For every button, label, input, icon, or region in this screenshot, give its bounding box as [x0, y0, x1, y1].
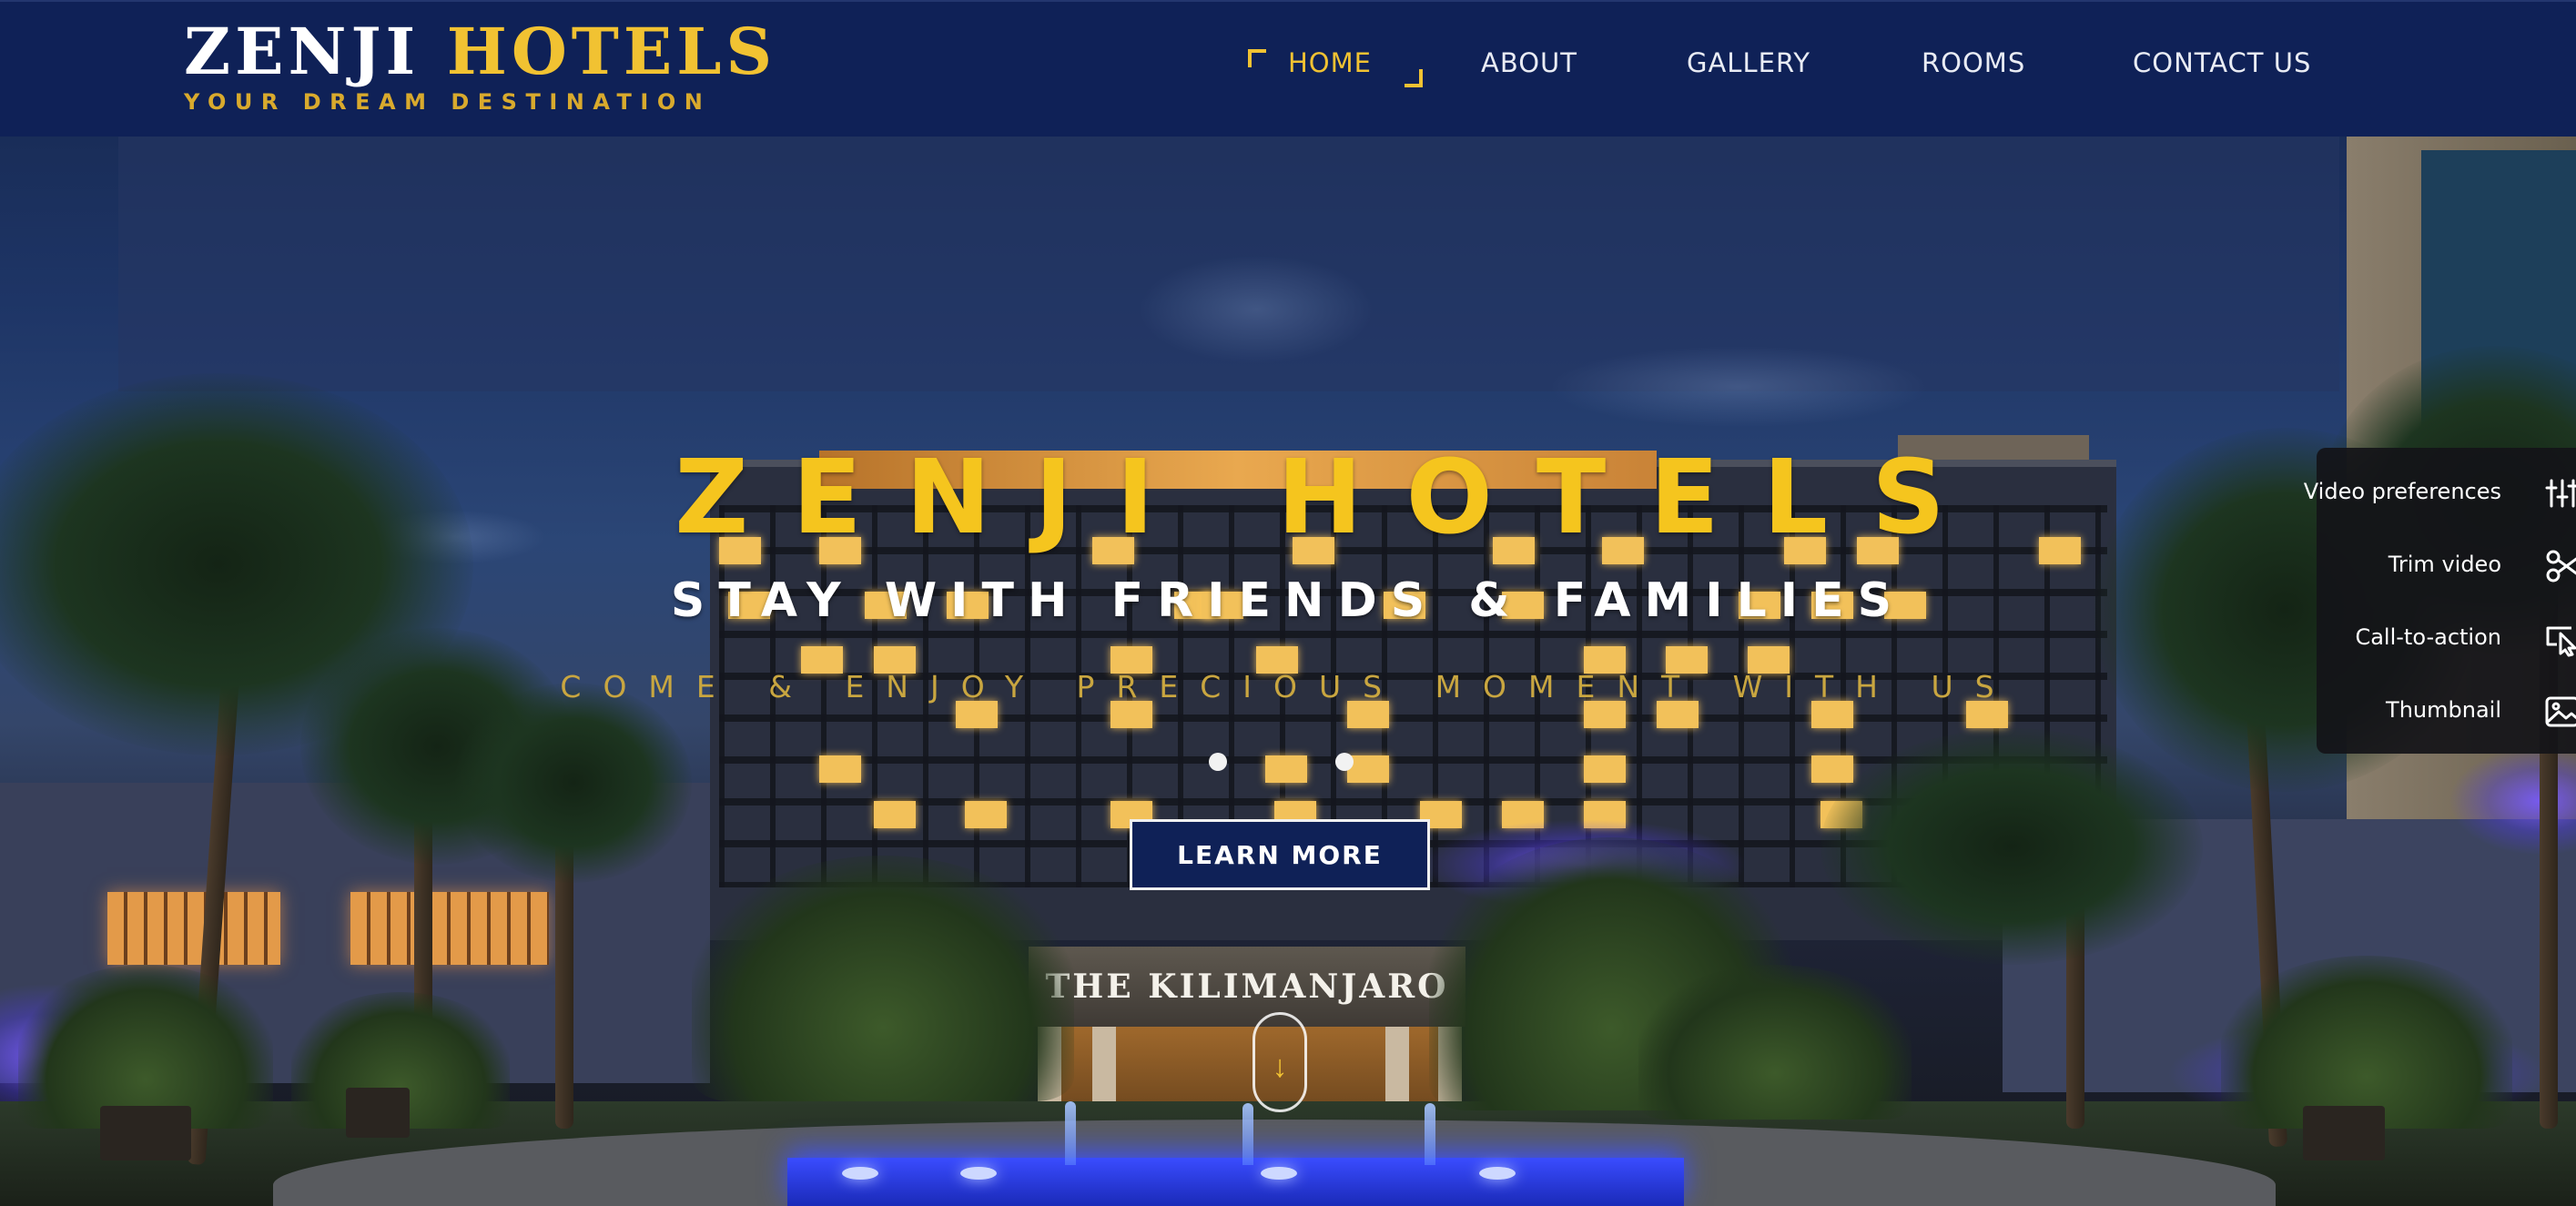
lit-window	[956, 701, 998, 728]
planter	[2303, 1106, 2385, 1160]
nav-rooms-link[interactable]: ROOMS	[1922, 47, 2025, 78]
trim-video-label: Trim video	[2388, 552, 2501, 577]
pool-light	[960, 1167, 997, 1180]
lit-window	[1265, 755, 1307, 783]
nav-contact-link[interactable]: CONTACT US	[2133, 47, 2311, 78]
lit-window	[1111, 701, 1152, 728]
lit-window	[965, 801, 1007, 828]
lit-window	[1347, 701, 1389, 728]
planter	[100, 1106, 191, 1160]
lit-window	[1347, 755, 1389, 783]
scissors-icon	[2546, 550, 2576, 583]
nav-gallery-link[interactable]: GALLERY	[1687, 47, 1810, 78]
lit-window	[1966, 701, 2008, 728]
page: THE KILIMANJARO ZENJI HOTELS YOUR DREAM …	[0, 0, 2576, 1206]
fountain-jet	[1065, 1101, 1076, 1165]
lit-window	[1584, 701, 1626, 728]
shrub	[2221, 956, 2512, 1129]
lit-window	[1811, 701, 1853, 728]
palm-fronds	[455, 683, 692, 883]
palm-fronds	[1820, 728, 2203, 965]
logo-word-1: ZENJI	[184, 14, 421, 89]
lit-window	[1811, 755, 1853, 783]
arrow-down-icon: ↓	[1272, 1049, 1288, 1084]
call-to-action-option[interactable]: Call-to-action	[2317, 606, 2576, 670]
hero-subtitle: STAY WITH FRIENDS & FAMILIES	[670, 573, 1906, 628]
planter	[346, 1088, 410, 1138]
learn-more-button[interactable]: LEARN MORE	[1130, 819, 1430, 890]
active-bracket-icon	[1248, 49, 1266, 67]
hero-tagline: COME & ENJOY PRECIOUS MOMENT WITH US	[560, 669, 2016, 704]
video-preferences-option[interactable]: Video preferences	[2304, 461, 2576, 524]
video-options-menu: Video preferences Trim video Call-to-act…	[2304, 448, 2576, 754]
left-building-window	[107, 892, 280, 965]
logo-tagline: YOUR DREAM DESTINATION	[184, 89, 712, 115]
sliders-icon	[2545, 479, 2576, 508]
fountain-pool	[787, 1158, 1684, 1206]
slide-dot-1[interactable]	[1209, 753, 1227, 771]
fountain-jet	[1242, 1103, 1253, 1165]
lit-window	[1657, 701, 1699, 728]
active-bracket-icon	[1405, 69, 1423, 87]
lit-window	[1584, 755, 1626, 783]
cloud	[1138, 255, 1374, 364]
lit-window	[874, 801, 916, 828]
lit-window	[819, 755, 861, 783]
thumbnail-option[interactable]: Thumbnail	[2317, 679, 2576, 743]
logo-wordmark: ZENJI HOTELS	[184, 18, 776, 86]
pool-light	[1479, 1167, 1516, 1180]
image-icon	[2545, 696, 2576, 727]
top-navbar: ZENJI HOTELS YOUR DREAM DESTINATION HOME…	[0, 0, 2576, 137]
logo-word-2: HOTELS	[446, 14, 777, 89]
scroll-down-button[interactable]: ↓	[1253, 1012, 1307, 1112]
slide-dot-2[interactable]	[1335, 753, 1354, 771]
left-building-window	[350, 892, 549, 965]
nav-home-link[interactable]: HOME	[1288, 47, 1372, 78]
pool-light	[1261, 1167, 1297, 1180]
shrub	[1638, 965, 1912, 1120]
nav-about-link[interactable]: ABOUT	[1481, 47, 1577, 78]
cursor-click-icon	[2546, 626, 2576, 657]
shrub	[692, 856, 1074, 1101]
fountain-jet	[1425, 1103, 1435, 1165]
cloud	[1547, 346, 1930, 428]
call-to-action-label: Call-to-action	[2355, 624, 2501, 650]
trim-video-option[interactable]: Trim video	[2317, 533, 2576, 597]
video-preferences-label: Video preferences	[2303, 479, 2501, 504]
hero-title: ZENJI HOTELS	[674, 439, 1989, 557]
thumbnail-label: Thumbnail	[2386, 697, 2501, 723]
site-logo[interactable]: ZENJI HOTELS YOUR DREAM DESTINATION	[184, 18, 776, 116]
shrub	[18, 965, 273, 1129]
pool-light	[842, 1167, 878, 1180]
entrance-sign: THE KILIMANJARO	[1029, 947, 1465, 1027]
